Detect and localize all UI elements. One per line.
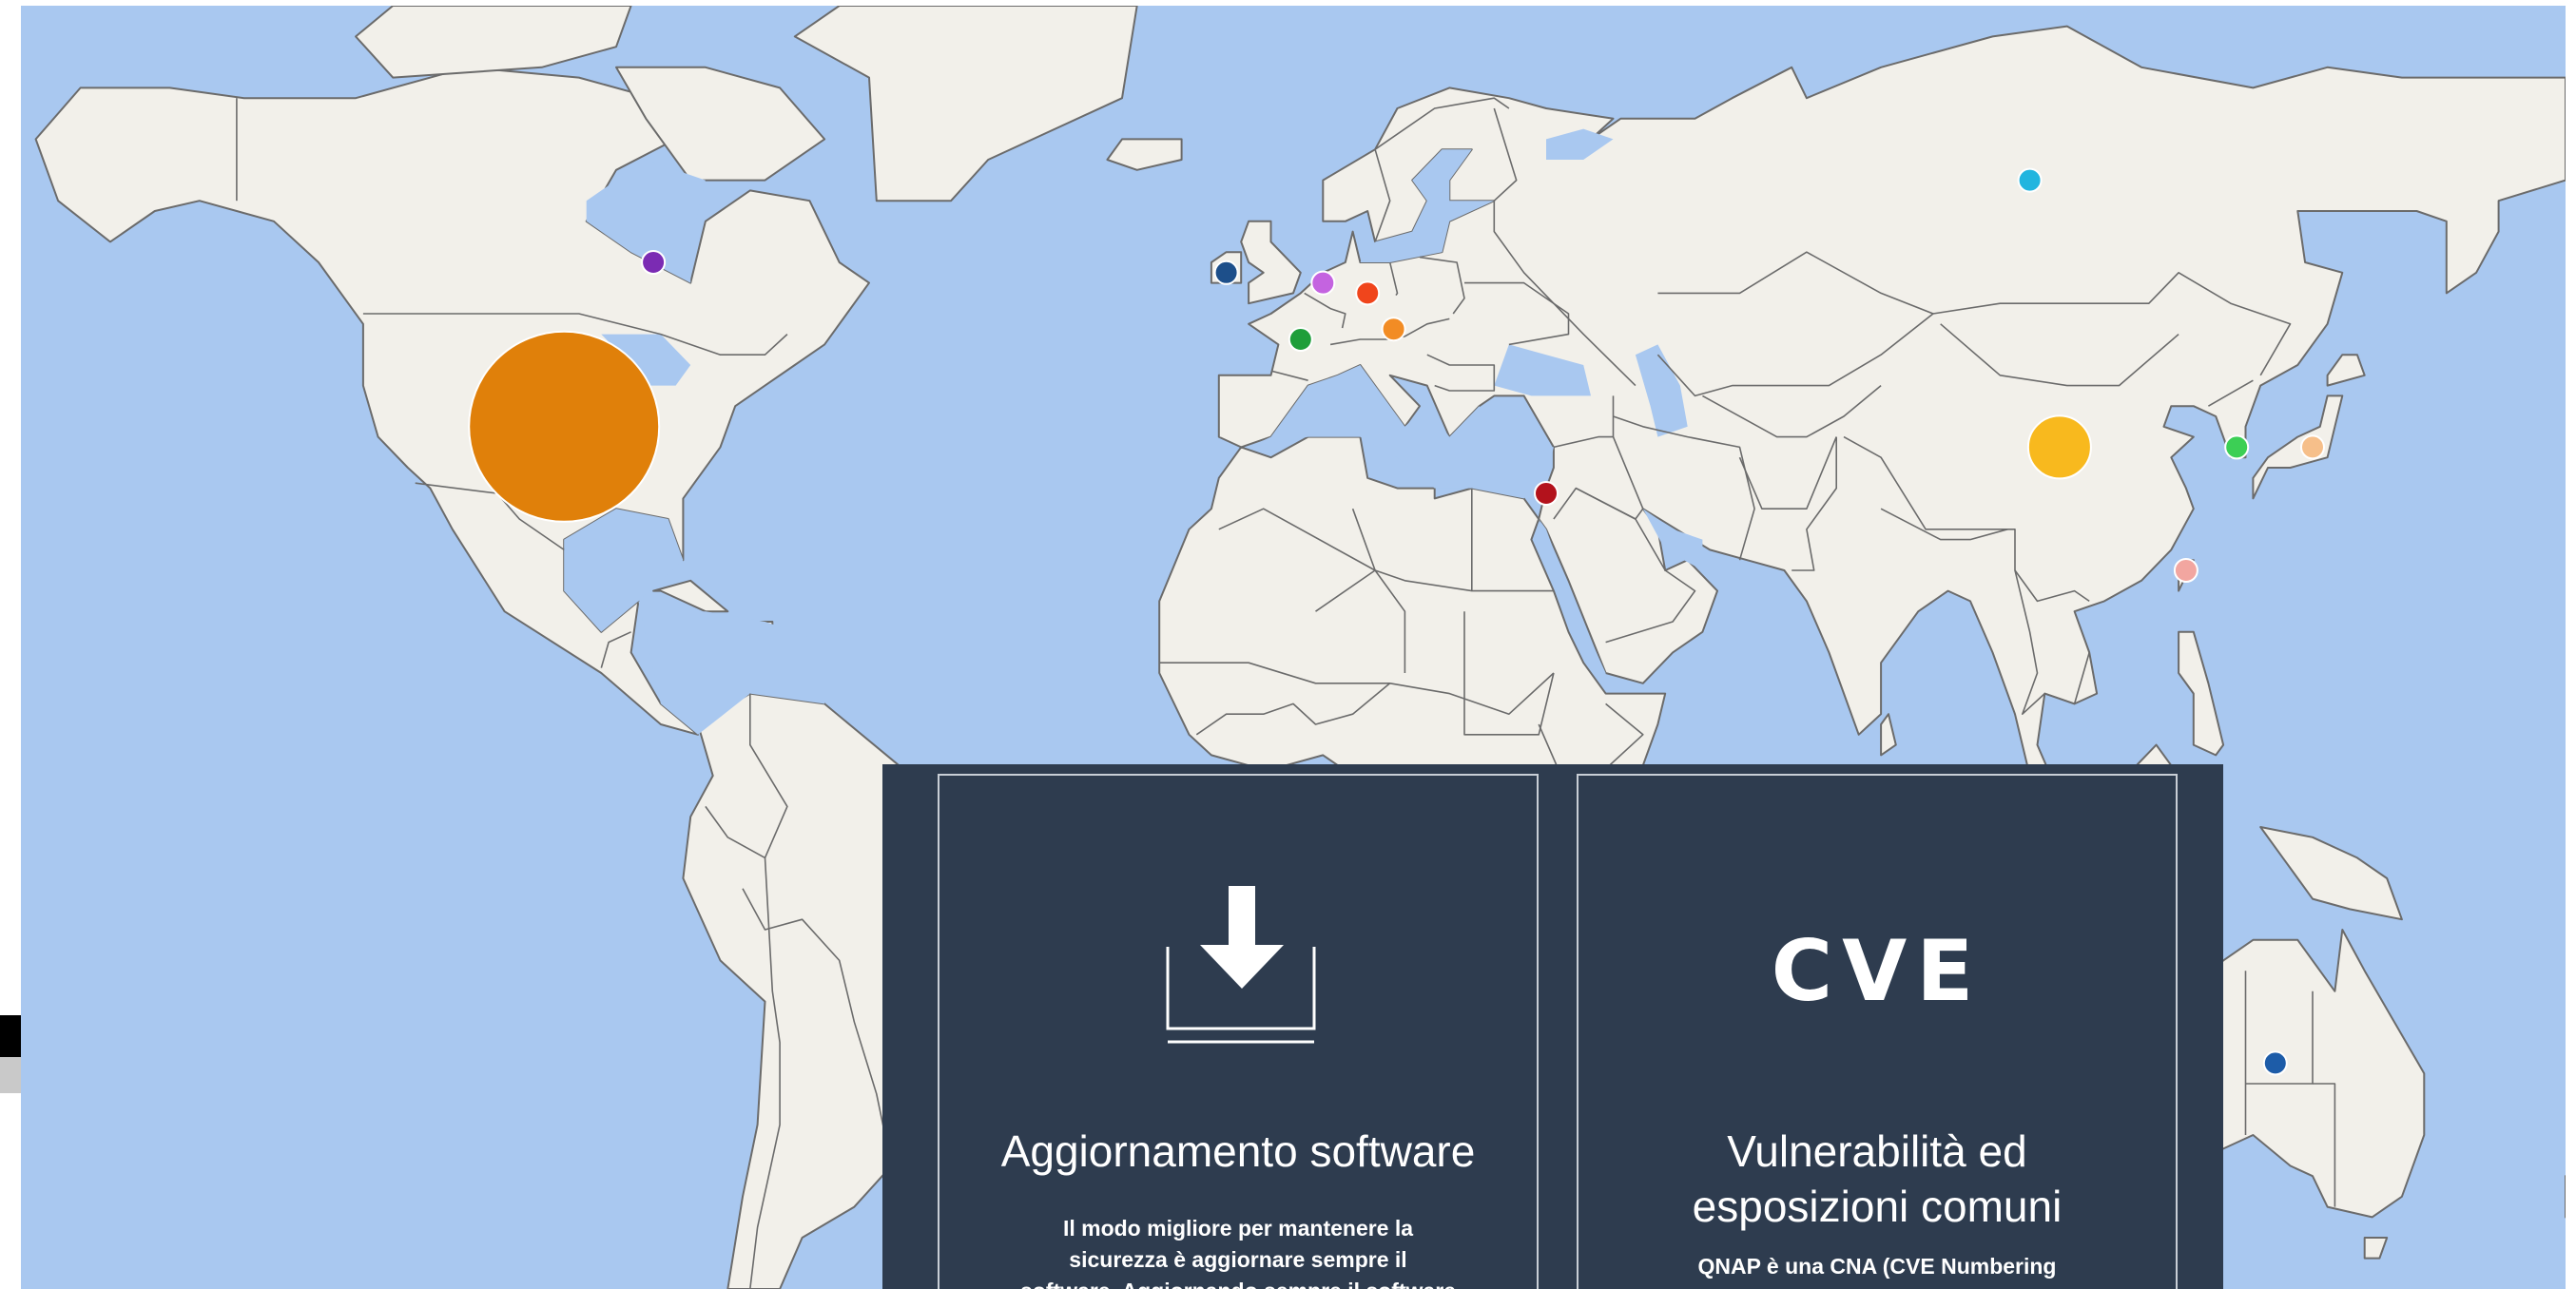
card-text-cve: QNAP è una CNA (CVE Numbering bbox=[1598, 1251, 2157, 1282]
card-text-software-update: Il modo migliore per mantenere la sicure… bbox=[959, 1213, 1518, 1289]
card-text-line: QNAP è una CNA (CVE Numbering bbox=[1697, 1254, 2057, 1279]
software-update-card[interactable]: Aggiornamento software Il modo migliore … bbox=[938, 774, 1539, 1289]
marker-israel[interactable] bbox=[1534, 481, 1559, 506]
marker-taiwan[interactable] bbox=[2173, 558, 2198, 583]
marker-germany[interactable] bbox=[1355, 280, 1381, 306]
card-title-software-update: Aggiornamento software bbox=[1000, 1126, 1476, 1176]
card-text-line: Il modo migliore per mantenere la bbox=[1062, 1216, 1414, 1241]
marker-south-korea[interactable] bbox=[2224, 434, 2250, 460]
card-title-cve: Vulnerabilità ed esposizioni comuni bbox=[1598, 1124, 2157, 1234]
marker-netherlands[interactable] bbox=[1310, 270, 1336, 296]
card-title-line: Vulnerabilità ed bbox=[1727, 1126, 2027, 1176]
cve-logo: CVE bbox=[1771, 922, 1984, 1020]
info-panel: Aggiornamento software Il modo migliore … bbox=[882, 764, 2223, 1289]
marker-russia[interactable] bbox=[2017, 167, 2043, 193]
card-text-line: software. Aggiornando sempre il software bbox=[959, 1276, 1518, 1289]
side-tab-shadow bbox=[0, 1057, 21, 1093]
marker-australia[interactable] bbox=[2262, 1050, 2288, 1076]
cve-card[interactable]: CVE Vulnerabilità ed esposizioni comuni … bbox=[1577, 774, 2178, 1289]
card-title-line: esposizioni comuni bbox=[1692, 1182, 2063, 1231]
download-icon bbox=[1166, 886, 1316, 1044]
marker-canada[interactable] bbox=[641, 250, 667, 275]
marker-france[interactable] bbox=[1288, 327, 1313, 352]
side-tab-marker bbox=[0, 1015, 21, 1057]
page: Aggiornamento software Il modo migliore … bbox=[0, 0, 2576, 1289]
marker-united-states[interactable] bbox=[468, 330, 661, 523]
card-text-line: sicurezza è aggiornare sempre il bbox=[1069, 1247, 1407, 1272]
marker-china[interactable] bbox=[2026, 414, 2092, 480]
marker-austria[interactable] bbox=[1381, 317, 1406, 342]
marker-japan[interactable] bbox=[2300, 434, 2325, 460]
marker-ireland[interactable] bbox=[1213, 260, 1239, 285]
